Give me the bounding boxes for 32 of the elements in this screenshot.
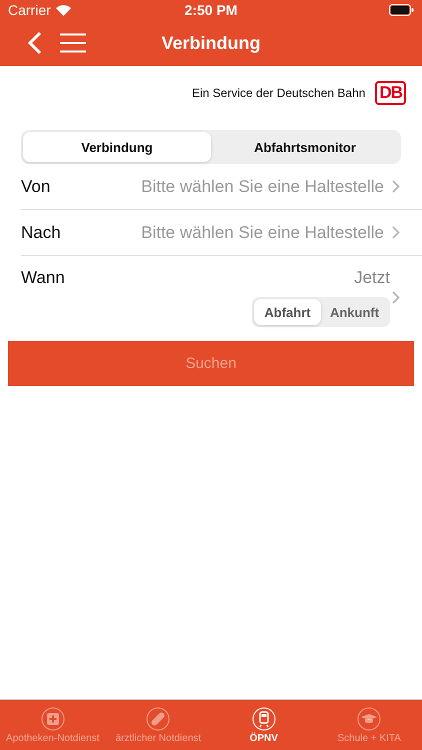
stop-picker-field[interactable]: Bitte wählen Sie eine Haltestelle — [60, 222, 384, 242]
service-text: Ein Service der Deutschen Bahn — [192, 86, 366, 100]
back-icon — [28, 31, 42, 55]
segment-tab[interactable]: Verbindung — [23, 132, 211, 162]
field-label: Nach — [21, 222, 61, 242]
field-label: Von — [21, 176, 50, 196]
wifi-icon — [56, 4, 71, 16]
menu-icon — [60, 33, 86, 53]
train-icon — [252, 706, 276, 730]
school-icon — [357, 706, 382, 730]
field-label: Wann — [21, 268, 65, 289]
tab-bar-item[interactable]: ÖPNV — [211, 700, 316, 750]
tab-bar-item[interactable]: Apotheken-Notdienst — [0, 700, 106, 750]
tab-bar-item[interactable]: Schule + KITA — [316, 700, 422, 750]
chevron-icon — [392, 226, 400, 239]
screen-title: Verbindung — [162, 32, 260, 54]
segment-tab[interactable]: Ankunft — [321, 299, 388, 325]
back-button[interactable] — [28, 31, 42, 55]
battery-icon — [388, 4, 414, 16]
status-time: 2:50 PM — [184, 2, 238, 18]
menu-button[interactable] — [60, 33, 86, 53]
segment-tab[interactable]: Abfahrt — [254, 299, 321, 325]
time-value[interactable]: Jetzt — [354, 268, 390, 288]
carrier-label: Carrier — [8, 2, 51, 18]
tab-bar-item[interactable]: ärztlicher Notdienst — [106, 700, 211, 750]
chevron-icon — [392, 180, 400, 193]
segment-tab[interactable]: Abfahrtsmonitor — [211, 132, 399, 162]
bandage-icon — [146, 706, 170, 730]
pharmacy-icon — [40, 706, 65, 730]
stop-picker-field[interactable]: Bitte wählen Sie eine Haltestelle — [50, 176, 384, 196]
db-logo: DB — [375, 81, 406, 105]
chevron-icon — [392, 291, 400, 304]
